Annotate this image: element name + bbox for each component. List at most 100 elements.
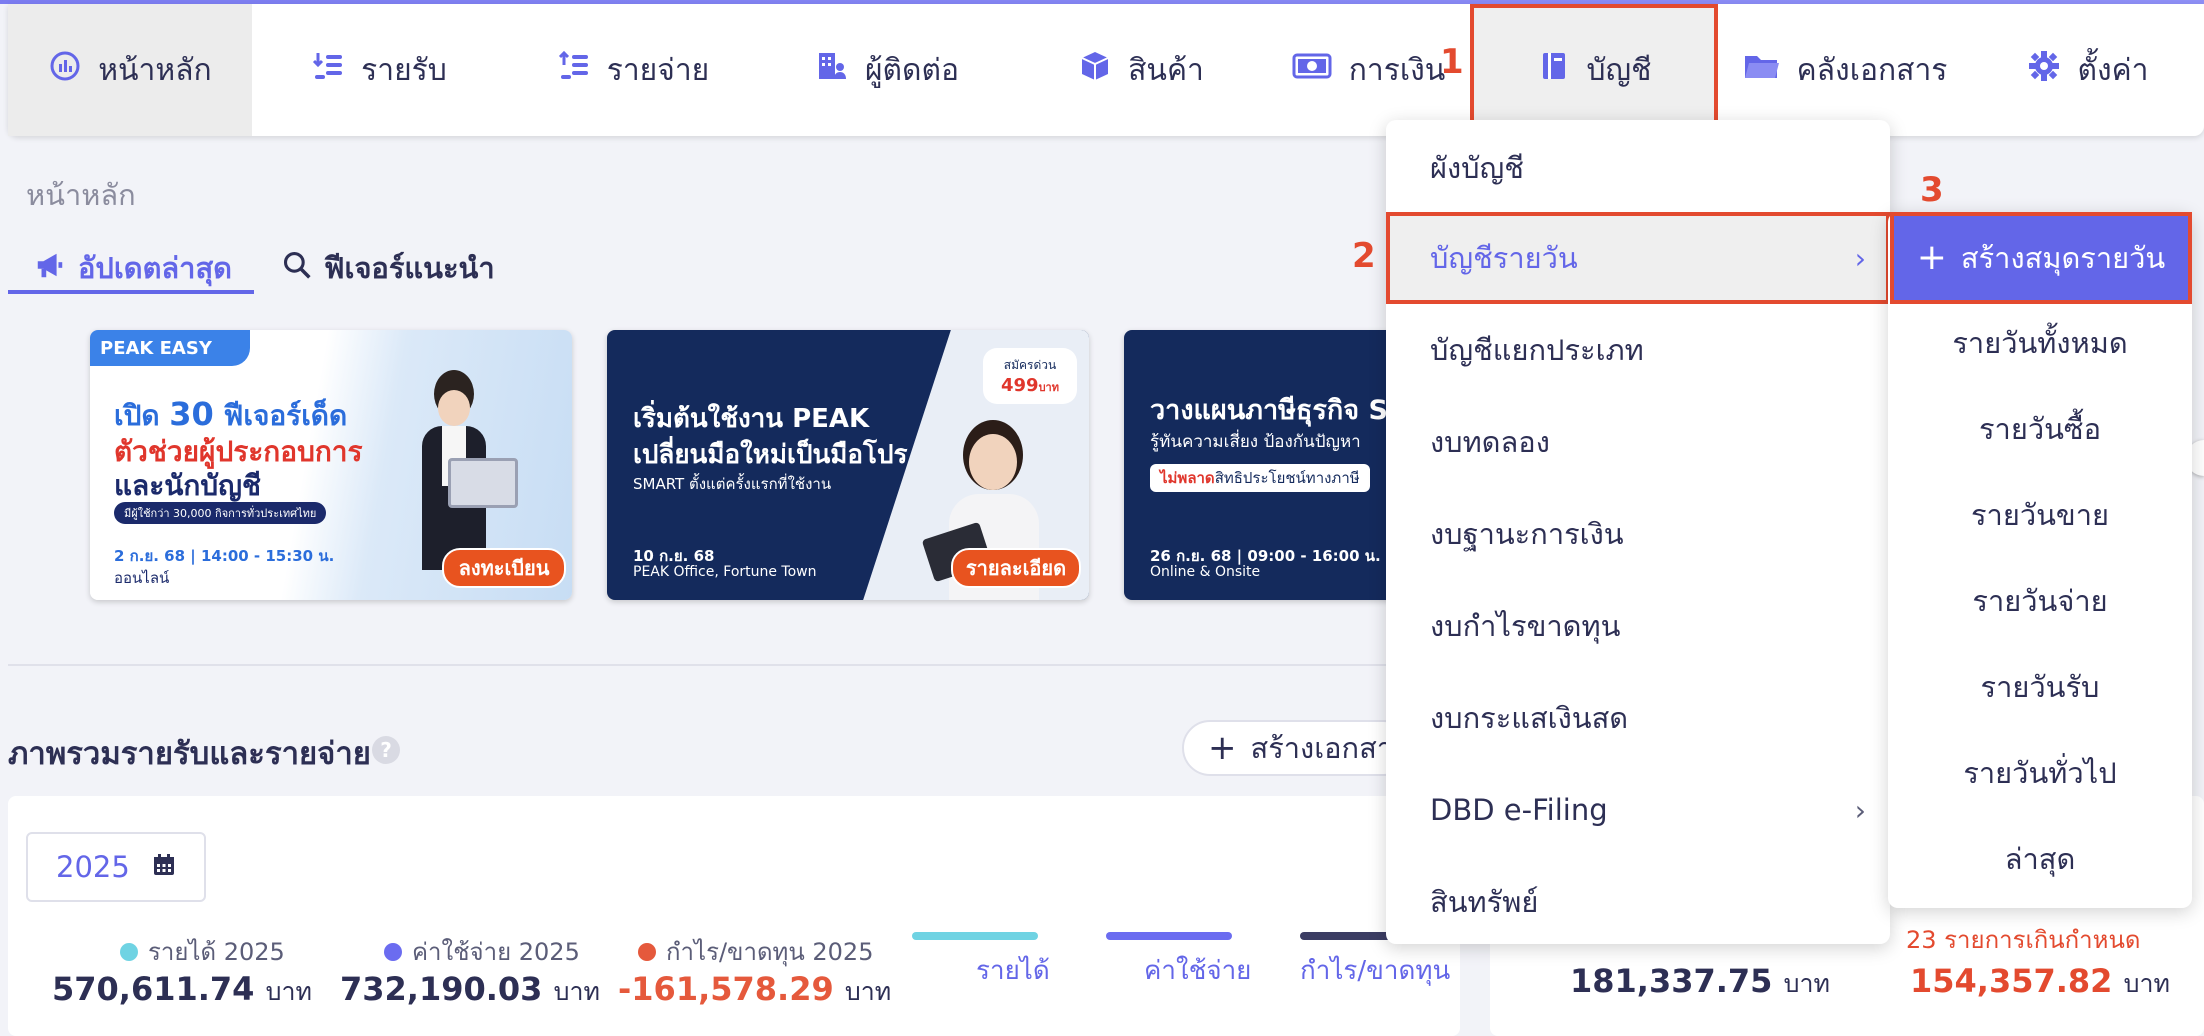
money-icon [1291, 49, 1333, 91]
menu-item-cash-flow[interactable]: งบกระแสเงินสด [1386, 672, 1890, 764]
step-marker-1: 1 [1440, 42, 1464, 82]
nav-label: ผู้ติดต่อ [864, 52, 960, 88]
price-badge: สมัครด่วน 499บาท [983, 348, 1077, 404]
menu-item-journal[interactable]: บัญชีรายวัน › [1386, 212, 1890, 304]
nav-item-documents[interactable]: คลังเอกสาร [1718, 4, 1972, 136]
menu-item-label: DBD e-Filing [1430, 793, 1608, 827]
stat-profit: กำไร/ขาดทุน 2025 [638, 932, 873, 971]
create-document-label: สร้างเอกสาร [1250, 731, 1409, 765]
overdue-label: 23 รายการเกินกำหนด [1906, 926, 2141, 954]
gear-icon [2027, 49, 2061, 91]
register-button[interactable]: ลงทะเบียน [442, 548, 566, 588]
banner-place: Online & Onsite [1150, 564, 1261, 580]
nav-item-home[interactable]: หน้าหลัก [8, 4, 252, 136]
submenu-purchase-journal[interactable]: รายวันซื้อ [1888, 386, 2192, 472]
create-journal-label: สร้างสมุดรายวัน [1960, 241, 2166, 275]
menu-item-label: บัญชีรายวัน [1430, 241, 1578, 275]
legend-profit[interactable]: กำไร/ขาดทุน [1300, 950, 1450, 991]
overdue-value: 154,357.82 บาท [1910, 962, 2170, 1000]
legend-expense[interactable]: ค่าใช้จ่าย [1144, 950, 1251, 991]
section-divider [8, 664, 1408, 666]
nav-item-settings[interactable]: ตั้งค่า [1972, 4, 2204, 136]
tab-updates[interactable]: อัปเดตล่าสุด [34, 244, 232, 292]
menu-item-dbd-efiling[interactable]: DBD e-Filing › [1386, 764, 1890, 856]
ledger-icon [1537, 49, 1571, 91]
plus-icon: + [1208, 728, 1237, 768]
banner-place: ออนไลน์ [114, 569, 170, 587]
stat-income: รายได้ 2025 [120, 932, 285, 971]
submenu-general-journal[interactable]: รายวันทั่วไป [1888, 730, 2192, 816]
nav-label: หน้าหลัก [98, 52, 212, 88]
nav-label: สินค้า [1128, 52, 1204, 88]
nav-item-contacts[interactable]: ผู้ติดต่อ [760, 4, 1014, 136]
accounting-dropdown: ผังบัญชี บัญชีรายวัน › บัญชีแยกประเภท งบ… [1386, 120, 1890, 944]
plus-icon: + [1916, 237, 1947, 278]
menu-item-chart-of-accounts[interactable]: ผังบัญชี [1386, 122, 1890, 214]
menu-item-income-statement[interactable]: งบกำไรขาดทุน [1386, 580, 1890, 672]
income-dot [120, 942, 138, 961]
submenu-latest[interactable]: ล่าสุด [1888, 816, 2192, 902]
tab-label: ฟีเจอร์แนะนำ [324, 251, 495, 285]
stat-income-value: 570,611.74 บาท [52, 970, 312, 1008]
chevron-right-icon: › [1854, 241, 1866, 275]
banner-pill: ไม่พลาด สิทธิประโยชน์ทางภาษี [1150, 464, 1370, 492]
menu-item-assets[interactable]: สินทรัพย์ [1386, 856, 1890, 948]
year-value: 2025 [56, 850, 130, 884]
folder-icon [1743, 49, 1781, 91]
tab-features[interactable]: ฟีเจอร์แนะนำ [282, 244, 495, 292]
banner-place: PEAK Office, Fortune Town [633, 564, 817, 580]
box-icon [1078, 49, 1112, 91]
laptop-image [448, 458, 518, 508]
nav-label: คลังเอกสาร [1796, 52, 1948, 88]
nav-label: รายจ่าย [606, 52, 710, 88]
profit-dot [638, 942, 656, 961]
banner-pill: มีผู้ใช้กว่า 30,000 กิจการทั่วประเทศไทย [114, 502, 327, 524]
chevron-right-icon: › [1854, 793, 1866, 827]
create-document-button[interactable]: + สร้างเอกสาร [1182, 720, 1412, 776]
stat-expense-value: 732,190.03 บาท [340, 970, 600, 1008]
submenu-receipt-journal[interactable]: รายวันรับ [1888, 644, 2192, 730]
submenu-all-journals[interactable]: รายวันทั้งหมด [1888, 300, 2192, 386]
banner-peak-easy[interactable]: PEAK EASY เปิด 30 ฟีเจอร์เด็ด ตัวช่วยผู้… [90, 330, 572, 600]
details-button[interactable]: รายละเอียด [951, 548, 1081, 588]
nav-item-products[interactable]: สินค้า [1014, 4, 1268, 136]
megaphone-icon [34, 249, 66, 288]
contacts-icon [815, 49, 849, 91]
step-marker-3: 3 [1920, 170, 1944, 210]
banner-title-2: เปลี่ยนมือใหม่เป็นมือโปร [633, 440, 908, 470]
legend-bar-income [912, 932, 1038, 940]
menu-item-trial-balance[interactable]: งบทดลอง [1386, 396, 1890, 488]
receivable-value: 181,337.75 บาท [1570, 962, 1830, 1000]
banner-title-1: เริ่มต้นใช้งาน PEAK [633, 404, 870, 434]
create-journal-button[interactable]: + สร้างสมุดรายวัน [1890, 212, 2192, 304]
tab-label: อัปเดตล่าสุด [78, 251, 232, 285]
submenu-payment-journal[interactable]: รายวันจ่าย [1888, 558, 2192, 644]
search-icon [282, 250, 312, 287]
legend-income[interactable]: รายได้ [976, 950, 1050, 991]
main-nav: หน้าหลัก รายรับ รายจ่าย ผู้ติดต่อ สินค้า… [8, 4, 2204, 136]
legend-bar-expense [1106, 932, 1232, 940]
banner-title-1: วางแผนภาษีธุรกิจ S [1150, 395, 1388, 426]
submenu-sales-journal[interactable]: รายวันขาย [1888, 472, 2192, 558]
nav-item-expense[interactable]: รายจ่าย [506, 4, 760, 136]
calendar-icon [152, 850, 176, 884]
journal-submenu: รายวันทั้งหมด รายวันซื้อ รายวันขาย รายวั… [1888, 212, 2192, 908]
nav-item-accounting[interactable]: บัญชี [1470, 4, 1718, 136]
nav-label: การเงิน [1348, 52, 1446, 88]
menu-item-balance-sheet[interactable]: งบฐานะการเงิน [1386, 488, 1890, 580]
menu-item-general-ledger[interactable]: บัญชีแยกประเภท [1386, 304, 1890, 396]
banner-subtitle: รู้ทันความเสี่ยง ป้องกันปัญหา [1150, 432, 1361, 452]
year-picker[interactable]: 2025 [26, 832, 206, 902]
nav-label: บัญชี [1586, 52, 1652, 88]
expense-icon [557, 49, 591, 91]
nav-label: ตั้งค่า [2077, 52, 2149, 88]
step-marker-2: 2 [1352, 236, 1376, 276]
nav-label: รายรับ [361, 52, 447, 88]
nav-item-income[interactable]: รายรับ [252, 4, 506, 136]
nav-item-finance[interactable]: การเงิน [1268, 4, 1468, 136]
dashboard-icon [48, 49, 82, 91]
help-icon[interactable]: ? [372, 736, 400, 764]
banner-peak-start[interactable]: เริ่มต้นใช้งาน PEAK เปลี่ยนมือใหม่เป็นมื… [607, 330, 1089, 600]
stat-profit-value: -161,578.29 บาท [618, 970, 892, 1008]
banner-tag: PEAK EASY [90, 330, 250, 366]
